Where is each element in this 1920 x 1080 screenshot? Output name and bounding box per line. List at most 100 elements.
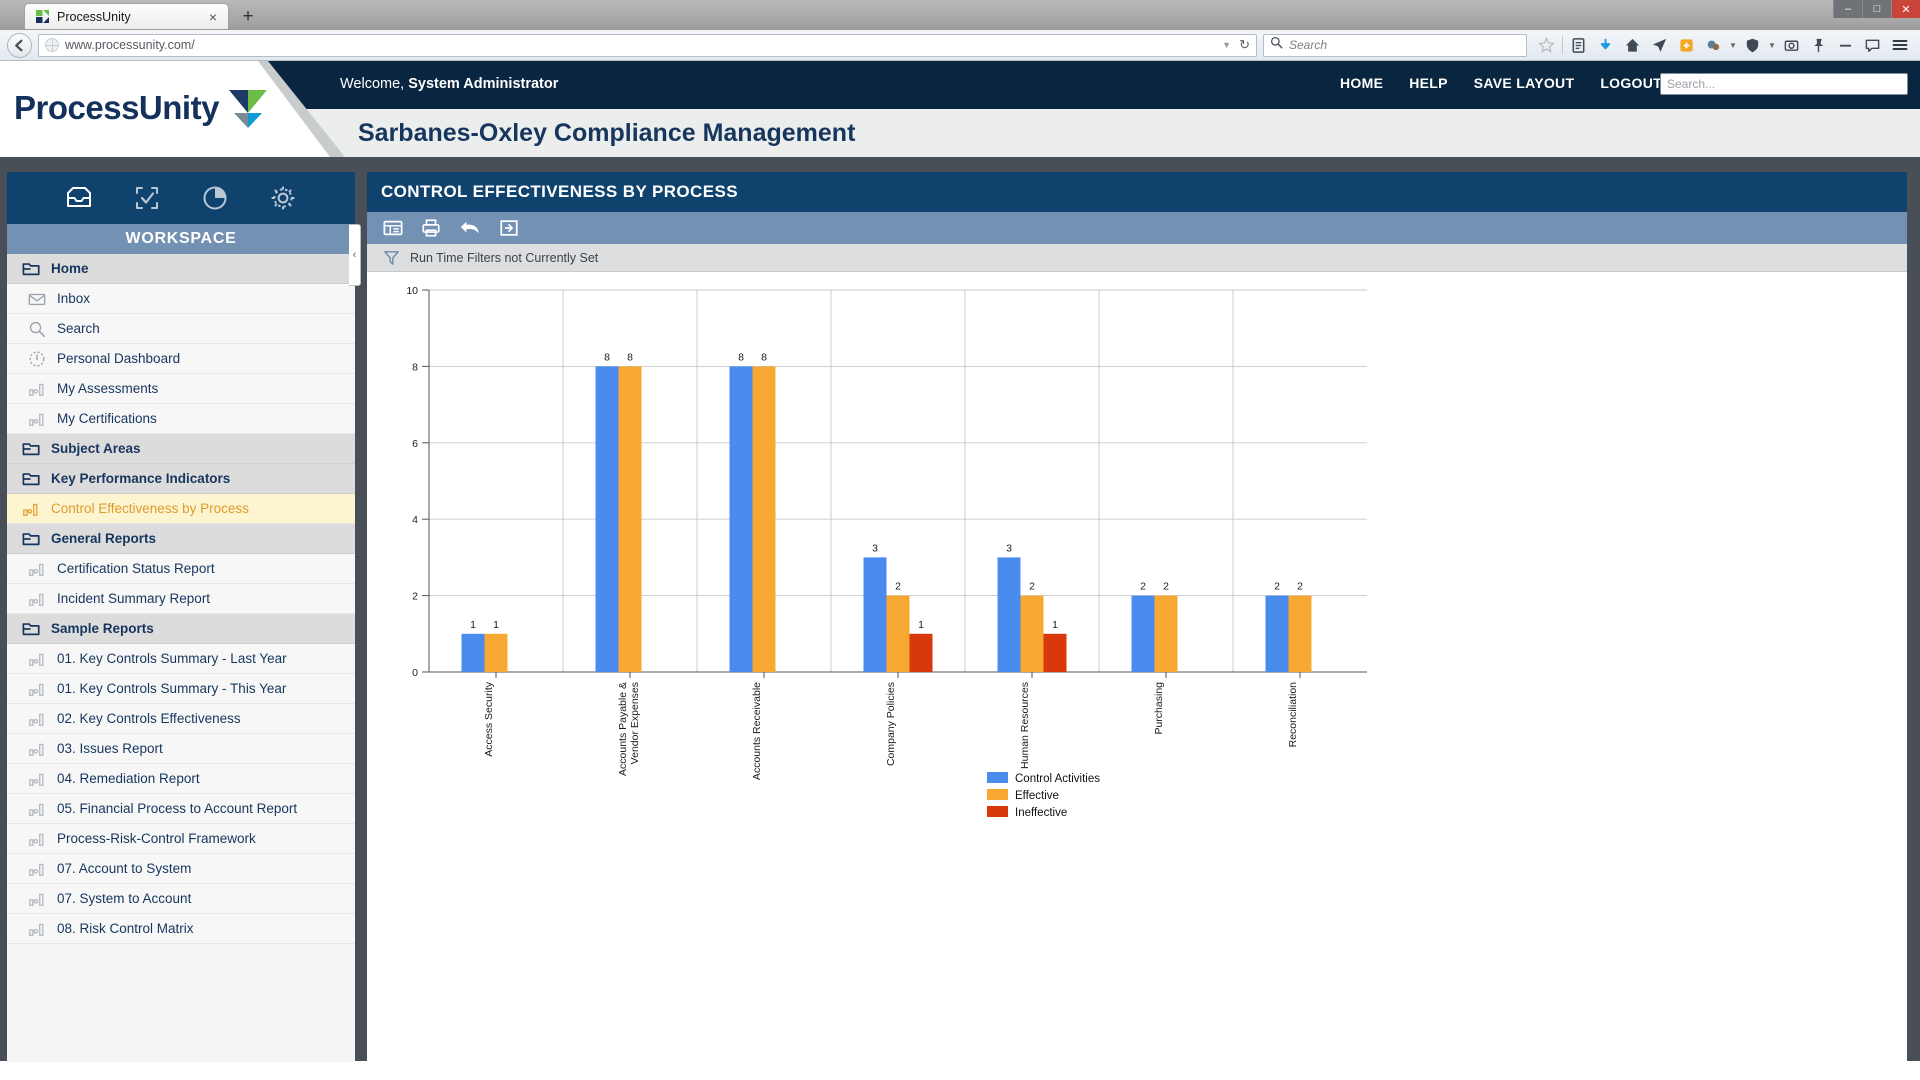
bar-chart-icon [27,800,47,818]
sidebar-item-general-reports[interactable]: General Reports [7,524,355,554]
browser-search-box[interactable]: Search [1263,33,1527,57]
sidebar-item-subject-areas[interactable]: Subject Areas [7,434,355,464]
sidebar-item-01-key-controls-summary-this-year[interactable]: 01. Key Controls Summary - This Year [7,674,355,704]
pie-chart-icon[interactable] [201,184,229,212]
screenshot-icon[interactable] [1778,33,1805,58]
bar-chart-icon [27,710,47,728]
sidebar-item-incident-summary-report[interactable]: Incident Summary Report [7,584,355,614]
sidebar-icon-bar [7,172,355,224]
tab-close-icon[interactable]: × [206,10,220,24]
url-history-caret-icon[interactable]: ▼ [1222,40,1231,50]
app-header: ProcessUnity Welcome, System Administrat… [0,61,1920,157]
gear-icon[interactable] [269,184,297,212]
bar-effective[interactable] [1288,595,1312,672]
app-search-input[interactable]: Search... [1660,73,1908,95]
sidebar-item-home[interactable]: Home [7,254,355,284]
browser-toolbar-icons: ▼ ▼ [1533,33,1913,58]
nav-save-layout-link[interactable]: SAVE LAYOUT [1474,75,1575,91]
sidebar-item-certification-status-report[interactable]: Certification Status Report [7,554,355,584]
legend-swatch [987,789,1008,800]
bar-control-activities[interactable] [729,366,753,672]
sidebar-item-process-risk-control-framework[interactable]: Process-Risk-Control Framework [7,824,355,854]
sidebar-item-01-key-controls-summary-last-year[interactable]: 01. Key Controls Summary - Last Year [7,644,355,674]
sidebar-item-inbox[interactable]: Inbox [7,284,355,314]
window-maximize-button[interactable]: □ [1862,0,1891,18]
bar-effective[interactable] [618,366,642,672]
undo-arrow-icon[interactable] [459,218,481,238]
sidebar-item-search[interactable]: Search [7,314,355,344]
sidebar-nav-list: Home Inbox Search Personal Dashboard My Asse… [7,254,355,1062]
sidebar-item-my-certifications[interactable]: My Certifications [7,404,355,434]
reload-icon[interactable]: ↻ [1239,37,1250,53]
sidebar-item-sample-reports[interactable]: Sample Reports [7,614,355,644]
bar-value-label: 8 [738,351,744,363]
caret-down-icon-2[interactable]: ▼ [1766,41,1778,50]
window-close-button[interactable]: ✕ [1891,0,1920,18]
y-axis-tick-label: 8 [412,361,418,373]
inbox-tray-icon[interactable] [65,184,93,212]
bar-control-activities[interactable] [595,366,619,672]
sidebar-item-03-issues-report[interactable]: 03. Issues Report [7,734,355,764]
extension-puzzle-icon[interactable] [1673,33,1700,58]
back-button-icon[interactable] [7,32,32,58]
sidebar-item-02-key-controls-effectiveness[interactable]: 02. Key Controls Effectiveness [7,704,355,734]
download-arrow-icon[interactable] [1592,33,1619,58]
send-tab-icon[interactable] [1646,33,1673,58]
sidebar-item-04-remediation-report[interactable]: 04. Remediation Report [7,764,355,794]
home-icon[interactable] [1619,33,1646,58]
x-axis-category-label: Reconciliation [1287,682,1299,748]
browser-tab[interactable]: ProcessUnity × [24,3,229,29]
bar-control-activities[interactable] [863,557,887,672]
addon-icon[interactable] [1700,33,1727,58]
new-tab-button[interactable]: + [235,5,261,29]
caret-down-icon[interactable]: ▼ [1727,41,1739,50]
funnel-filter-icon[interactable] [383,249,400,266]
magnifier-icon [27,320,47,338]
minus-icon[interactable] [1832,33,1859,58]
sidebar-item-label: 01. Key Controls Summary - Last Year [57,651,287,666]
sidebar-item-my-assessments[interactable]: My Assessments [7,374,355,404]
table-view-icon[interactable] [383,218,403,238]
sidebar-item-05-financial-process-to-account-report[interactable]: 05. Financial Process to Account Report [7,794,355,824]
processunity-favicon-icon [35,9,50,24]
sidebar-item-personal-dashboard[interactable]: Personal Dashboard [7,344,355,374]
bar-effective[interactable] [484,633,508,672]
bar-effective[interactable] [1154,595,1178,672]
sidebar-item-control-effectiveness-by-process[interactable]: Control Effectiveness by Process [7,494,355,524]
export-next-icon[interactable] [499,218,519,238]
nav-home-link[interactable]: HOME [1340,75,1383,91]
bar-control-activities[interactable] [461,633,485,672]
shield-icon[interactable] [1739,33,1766,58]
y-axis-tick-label: 0 [412,667,418,679]
url-text: www.processunity.com/ [65,38,195,52]
reader-list-icon[interactable] [1565,33,1592,58]
brand-logo[interactable]: ProcessUnity [14,83,271,132]
bar-ineffective[interactable] [909,633,933,672]
sidebar-item-07-account-to-system[interactable]: 07. Account to System [7,854,355,884]
task-check-icon[interactable] [133,184,161,212]
bookmark-star-icon[interactable] [1533,33,1560,58]
pin-icon[interactable] [1805,33,1832,58]
hamburger-menu-icon[interactable] [1886,33,1913,58]
bar-control-activities[interactable] [997,557,1021,672]
bar-ineffective[interactable] [1043,633,1067,672]
main-pane: CONTROL EFFECTIVENESS BY PROCESS Run Tim… [367,172,1907,1062]
bar-effective[interactable] [1020,595,1044,672]
window-minimize-button[interactable]: – [1833,0,1862,18]
nav-logout-link[interactable]: LOGOUT [1600,75,1662,91]
sidebar-item-07-system-to-account[interactable]: 07. System to Account [7,884,355,914]
sidebar-item-label: Personal Dashboard [57,351,181,366]
nav-help-link[interactable]: HELP [1409,75,1448,91]
sidebar-collapse-toggle[interactable]: ‹ [349,224,361,286]
url-bar[interactable]: www.processunity.com/ ▼ ↻ [38,33,1257,57]
bar-control-activities[interactable] [1131,595,1155,672]
welcome-username: System Administrator [408,76,559,92]
sidebar-item-08-risk-control-matrix[interactable]: 08. Risk Control Matrix [7,914,355,944]
bar-control-activities[interactable] [1265,595,1289,672]
print-icon[interactable] [421,218,441,238]
bar-effective[interactable] [752,366,776,672]
chat-icon[interactable] [1859,33,1886,58]
sidebar-item-key-performance-indicators[interactable]: Key Performance Indicators [7,464,355,494]
sidebar-item-label: 07. System to Account [57,891,192,906]
bar-effective[interactable] [886,595,910,672]
